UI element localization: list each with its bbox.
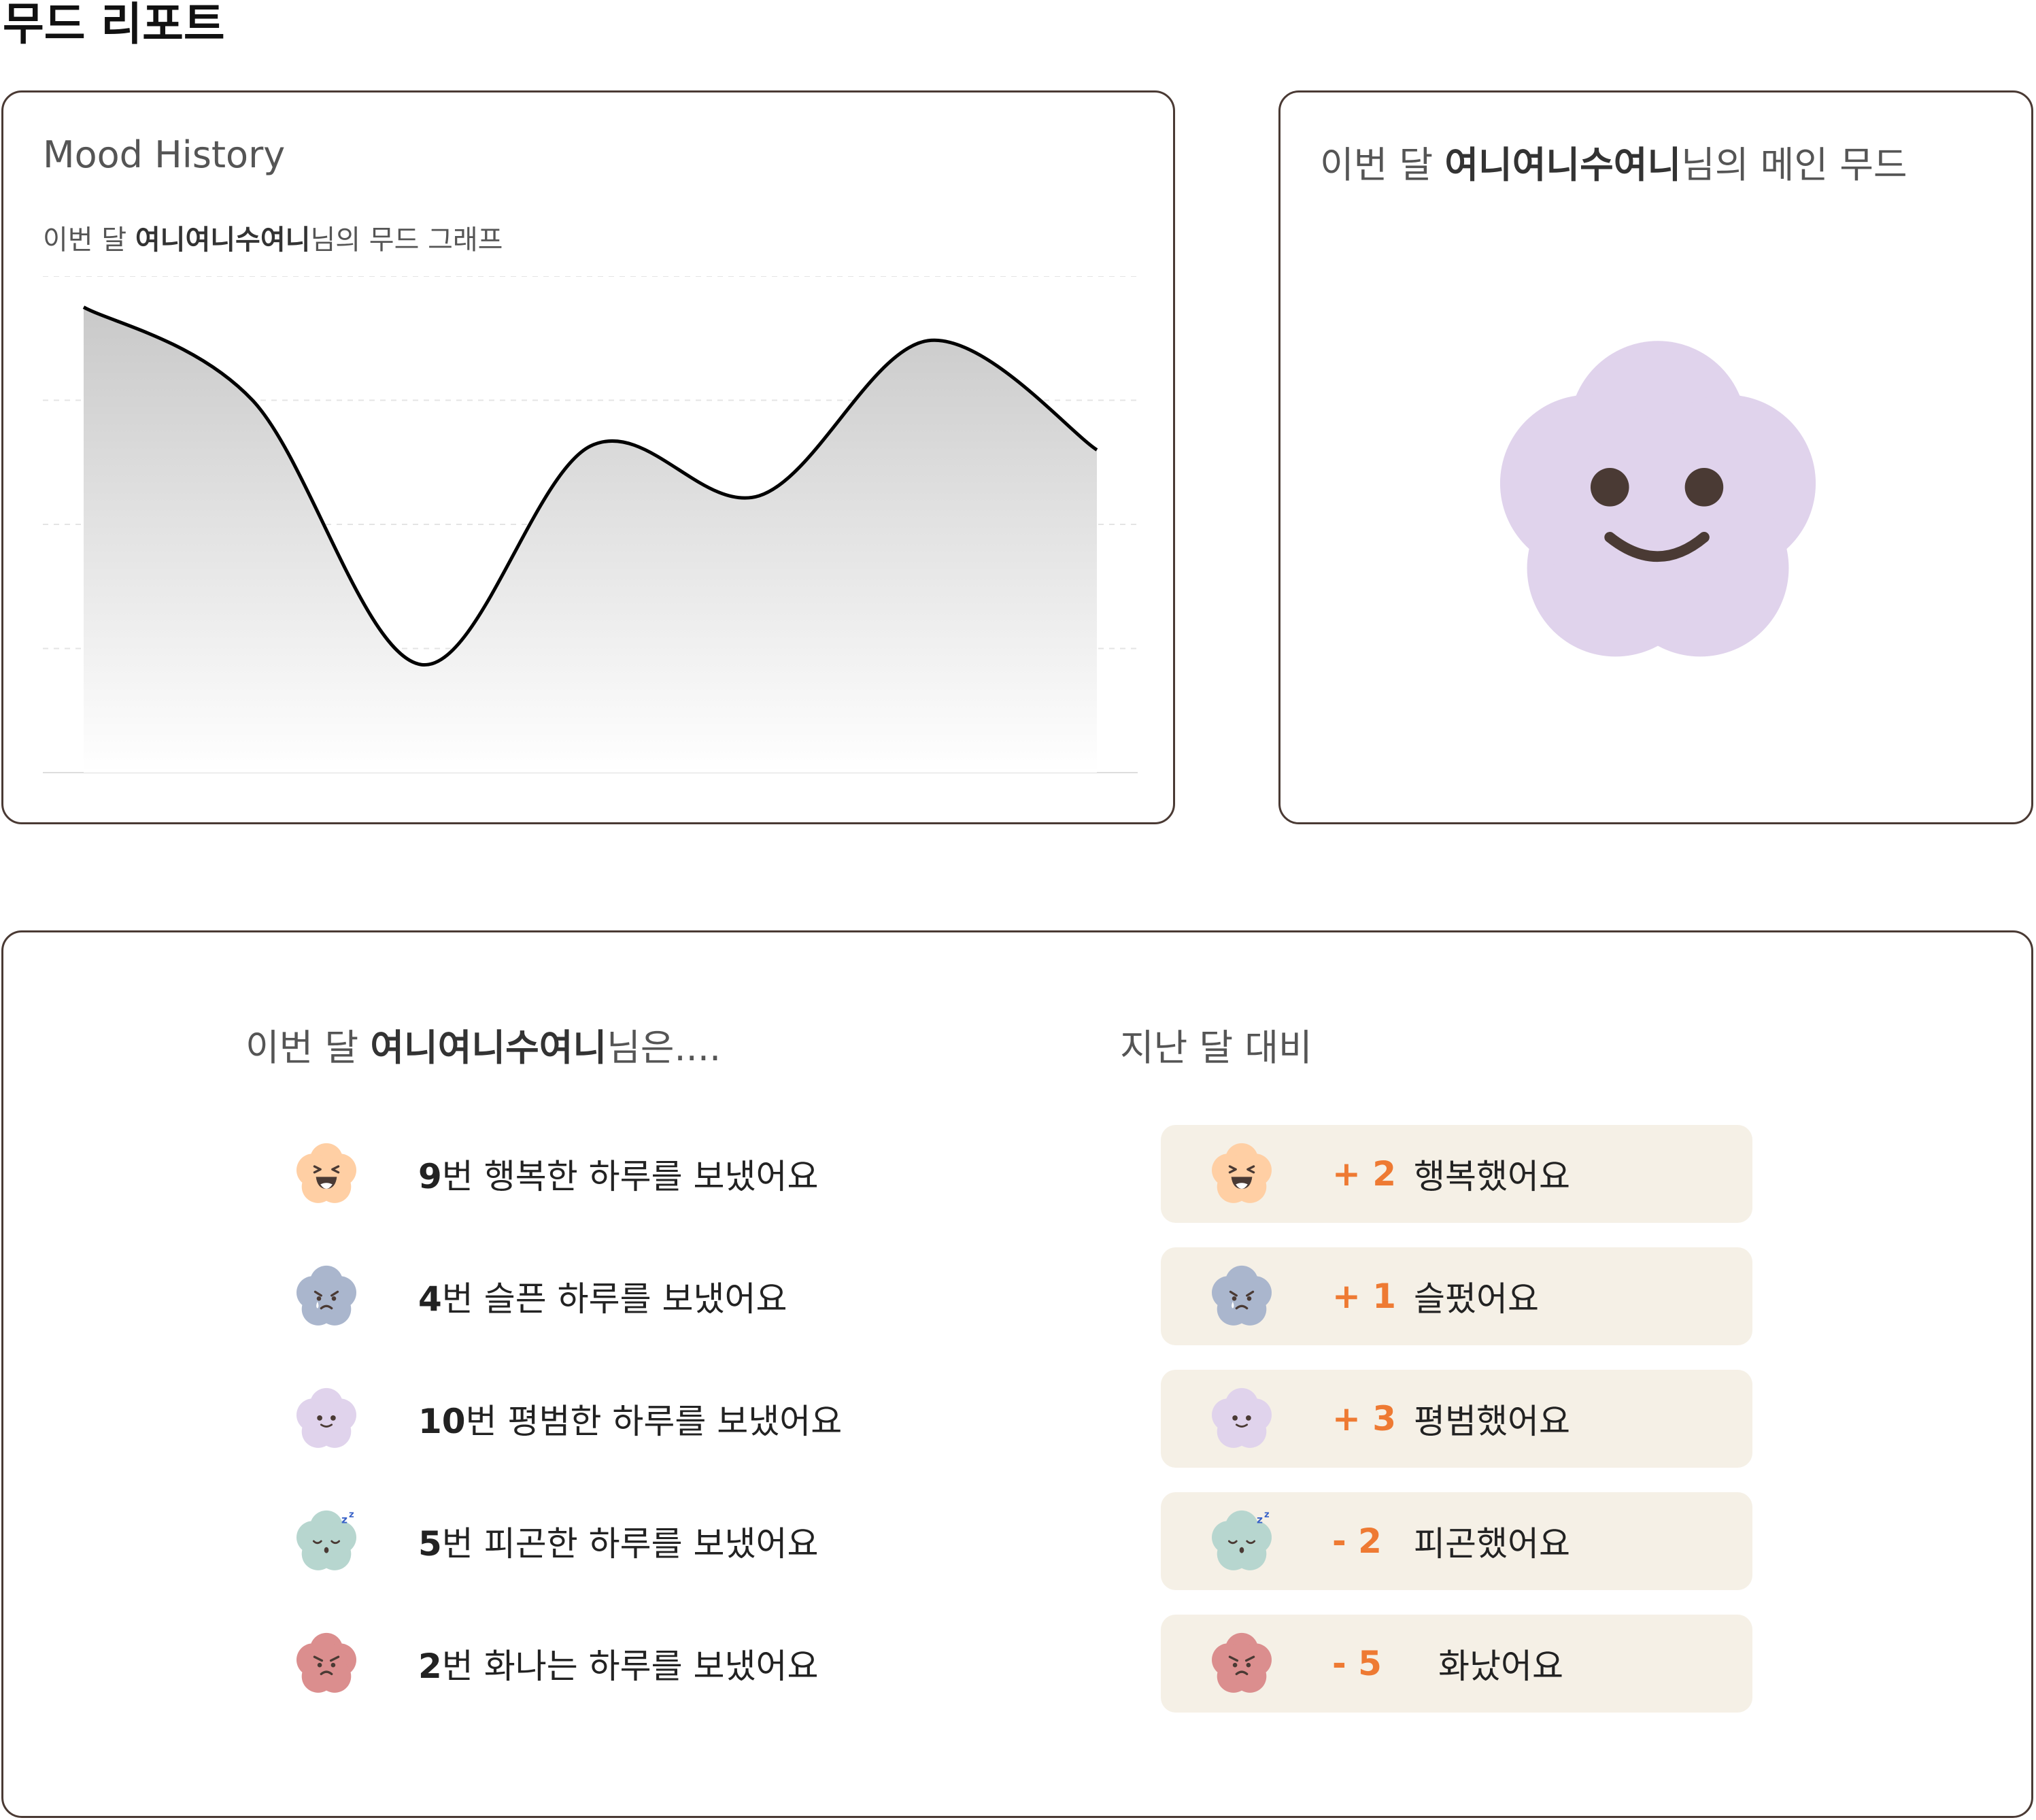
compare-row-happy: + 2 행복했어요: [1161, 1125, 1752, 1223]
user-name: 여니여니수여니: [135, 224, 311, 256]
main-mood-card: 이번 달 여니여니수여니님의 메인 무드: [1278, 90, 2033, 824]
flower-petals: [1499, 341, 1816, 657]
neutral-delta: + 3: [1332, 1399, 1397, 1438]
count-label: 번 화나는 하루를 보냈어요: [441, 1647, 819, 1686]
compare-row-angry: - 5 화났어요: [1161, 1615, 1752, 1713]
sad-delta: + 1: [1332, 1277, 1397, 1316]
right-eye: [1684, 468, 1724, 507]
angry-mood-icon: [296, 1632, 356, 1693]
count-label: 번 피곤한 하루를 보냈어요: [441, 1524, 819, 1564]
mood-summary-card: 이번 달 여니여니수여니님은.... 지난 달 대비 9번 행복한 하루를 보냈…: [1, 930, 2033, 1818]
svg-text:z: z: [1264, 1510, 1270, 1520]
count-row-tired: z z 5번 피곤한 하루를 보냈어요: [289, 1504, 818, 1579]
happy-mood-icon: [1212, 1143, 1272, 1203]
main-mood-suffix: 님의 메인 무드: [1681, 144, 1907, 186]
neutral-count-text: 10번 평범한 하루를 보냈어요: [418, 1394, 842, 1443]
this-month-prefix: 이번 달: [245, 1026, 371, 1069]
compare-row-tired: z z - 2 피곤했어요: [1161, 1492, 1752, 1590]
angry-delta-label: 화났어요: [1438, 1647, 1563, 1686]
user-name: 여니여니수여니: [1444, 144, 1682, 186]
page-title: 무드 리포트: [3, 0, 225, 50]
tired-delta-label: 피곤했어요: [1414, 1524, 1570, 1564]
svg-text:z: z: [1257, 1514, 1263, 1526]
main-mood-prefix: 이번 달: [1320, 144, 1445, 186]
mood-history-heading: Mood History: [43, 133, 286, 176]
main-mood-flower-icon: [1465, 310, 1850, 698]
svg-text:z: z: [341, 1514, 347, 1526]
count-row-neutral: 10번 평범한 하루를 보냈어요: [289, 1381, 842, 1456]
neutral-delta-label: 평범했어요: [1414, 1402, 1570, 1441]
tired-count-text: 5번 피곤한 하루를 보냈어요: [418, 1517, 818, 1566]
count-label: 번 행복한 하루를 보냈어요: [441, 1157, 819, 1196]
neutral-mood-icon: [1212, 1387, 1272, 1448]
happy-count-text: 9번 행복한 하루를 보냈어요: [418, 1149, 818, 1198]
tired-mood-icon: z z: [1212, 1510, 1272, 1570]
count-number: 9: [418, 1157, 442, 1196]
count-number: 2: [418, 1647, 442, 1686]
count-label: 번 슬픈 하루를 보냈어요: [441, 1279, 787, 1319]
user-name: 여니여니수여니: [370, 1026, 607, 1069]
this-month-heading: 이번 달 여니여니수여니님은....: [245, 1017, 721, 1071]
tired-delta: - 2: [1332, 1521, 1382, 1561]
happy-delta: + 2: [1332, 1154, 1397, 1194]
neutral-mood-icon: [296, 1387, 356, 1448]
count-row-angry: 2번 화나는 하루를 보냈어요: [289, 1626, 818, 1701]
compare-row-neutral: + 3 평범했어요: [1161, 1370, 1752, 1468]
compare-heading: 지난 달 대비: [1120, 1026, 1312, 1069]
angry-count-text: 2번 화나는 하루를 보냈어요: [418, 1639, 818, 1688]
subtitle-suffix: 님의 무드 그래프: [310, 224, 503, 256]
mood-history-card: Mood History 이번 달 여니여니수여니님의 무드 그래프: [1, 90, 1175, 824]
count-row-sad: 4번 슬픈 하루를 보냈어요: [289, 1259, 787, 1334]
mood-graph-subtitle: 이번 달 여니여니수여니님의 무드 그래프: [43, 218, 503, 257]
this-month-suffix: 님은....: [607, 1026, 722, 1069]
happy-delta-label: 행복했어요: [1414, 1157, 1570, 1196]
left-eye: [1590, 468, 1629, 507]
mood-history-chart: [43, 276, 1138, 773]
happy-mood-icon: [296, 1143, 356, 1203]
count-row-happy: 9번 행복한 하루를 보냈어요: [289, 1136, 818, 1211]
sad-delta-label: 슬펐어요: [1414, 1279, 1539, 1319]
subtitle-prefix: 이번 달: [43, 224, 135, 256]
compare-row-sad: + 1 슬펐어요: [1161, 1247, 1752, 1345]
tired-mood-icon: z z: [296, 1510, 356, 1570]
sad-count-text: 4번 슬픈 하루를 보냈어요: [418, 1272, 787, 1321]
mood-area-fill: [84, 307, 1097, 773]
main-mood-heading: 이번 달 여니여니수여니님의 메인 무드: [1320, 135, 1907, 188]
svg-text:z: z: [349, 1510, 354, 1520]
angry-delta: - 5: [1332, 1644, 1382, 1683]
angry-mood-icon: [1212, 1632, 1272, 1693]
sad-mood-icon: [296, 1265, 356, 1326]
sad-mood-icon: [1212, 1265, 1272, 1326]
count-label: 번 평범한 하루를 보냈어요: [465, 1402, 843, 1441]
count-number: 4: [418, 1279, 442, 1319]
count-number: 10: [418, 1402, 466, 1441]
count-number: 5: [418, 1524, 442, 1564]
